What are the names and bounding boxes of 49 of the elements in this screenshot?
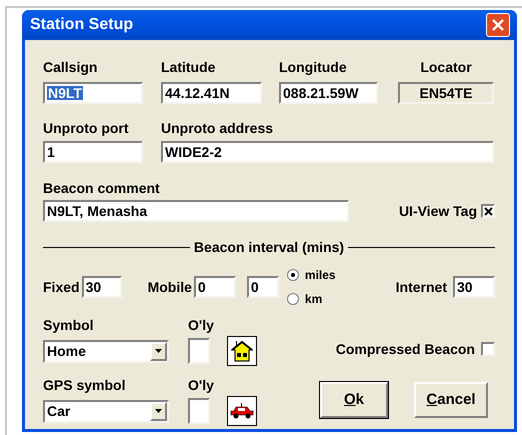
field-label: Fixed: [43, 278, 80, 296]
field-label: O'ly: [188, 376, 214, 394]
caret-icon: [155, 349, 162, 353]
field-label: GPS symbol: [43, 376, 126, 394]
window-title: Station Setup: [30, 15, 134, 35]
field-label: Latitude: [161, 58, 216, 76]
radio-label: km: [304, 292, 322, 306]
input-field[interactable]: 0: [246, 276, 279, 298]
radio-button[interactable]: [286, 293, 299, 305]
field-label: UI-View Tag: [398, 202, 477, 220]
input-field[interactable]: WIDE2-2: [161, 141, 494, 163]
input-field[interactable]: 0: [194, 276, 236, 298]
checkbox[interactable]: [188, 398, 210, 424]
car-icon: [230, 403, 254, 419]
symbol-button[interactable]: [227, 336, 257, 366]
field-label: Callsign: [43, 58, 98, 76]
radio-label: miles: [304, 268, 336, 282]
field-label: Mobile: [148, 278, 192, 296]
input-field[interactable]: EN54TE: [398, 82, 494, 104]
input-field[interactable]: 1: [43, 141, 143, 163]
dialog-button[interactable]: Cancel: [414, 382, 488, 418]
checkbox[interactable]: [188, 338, 210, 364]
field-label: Beacon comment: [43, 179, 161, 197]
field-label: Unproto port: [43, 119, 130, 137]
dropdown[interactable]: Car: [43, 400, 169, 422]
caret-icon: [155, 409, 162, 413]
field-label: Internet: [396, 278, 447, 296]
field-label: Symbol: [43, 316, 95, 334]
checkbox[interactable]: [481, 342, 495, 356]
close-button[interactable]: [486, 13, 510, 37]
input-field[interactable]: N9LT, Menasha: [43, 200, 349, 222]
close-icon: [492, 19, 504, 31]
field-label: O'ly: [188, 316, 214, 334]
radio-button[interactable]: [286, 269, 299, 281]
checkbox[interactable]: [481, 204, 495, 218]
section-title: Beacon interval (mins): [194, 238, 344, 257]
field-label: Compressed Beacon: [336, 340, 475, 358]
field-label: Locator: [420, 58, 472, 76]
dropdown[interactable]: Home: [43, 340, 169, 362]
input-field[interactable]: 088.21.59W: [279, 82, 378, 104]
input-field[interactable]: 30: [453, 276, 495, 298]
input-field[interactable]: 30: [82, 276, 122, 298]
field-label: Longitude: [279, 58, 348, 76]
field-label: Unproto address: [161, 119, 274, 137]
dialog-button[interactable]: Ok: [320, 382, 388, 418]
symbol-button[interactable]: [227, 396, 257, 426]
input-field[interactable]: 44.12.41N: [161, 82, 262, 104]
input-field[interactable]: N9LT: [43, 82, 143, 104]
house-icon: [231, 340, 253, 362]
